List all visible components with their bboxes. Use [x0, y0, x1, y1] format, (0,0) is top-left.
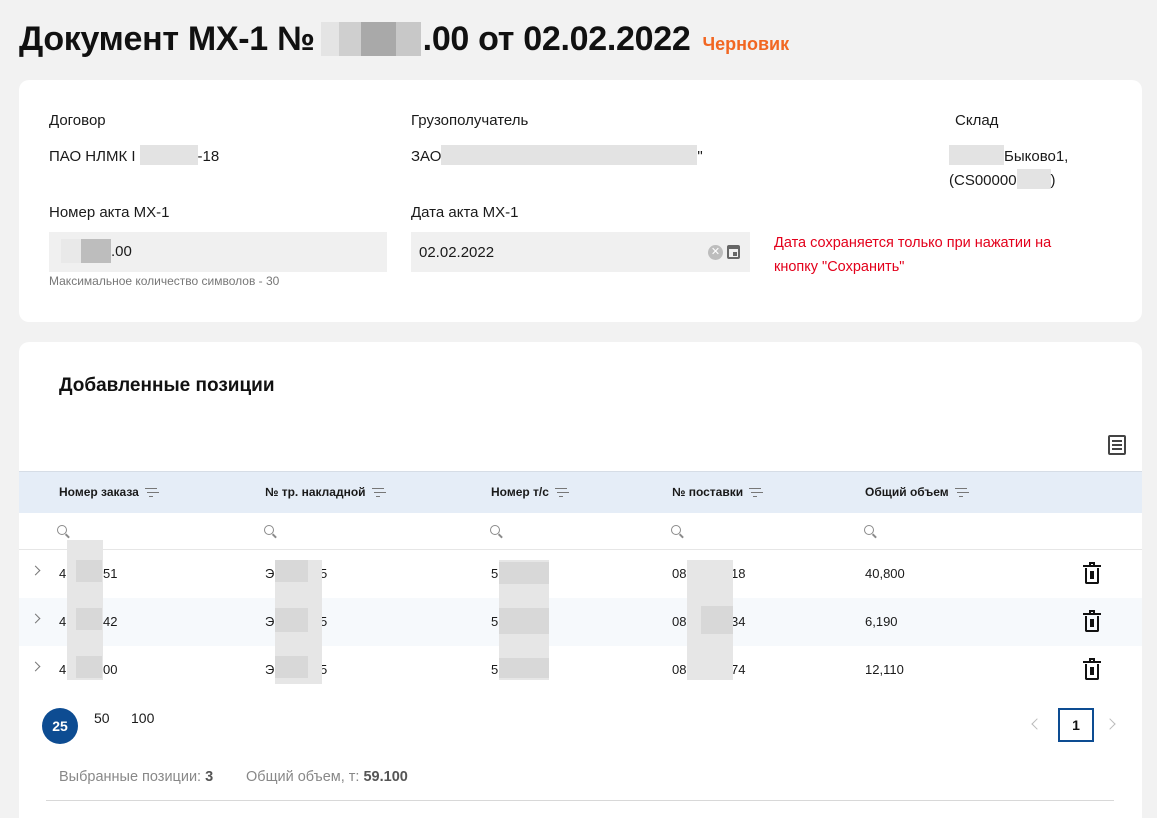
export-excel-icon[interactable]: [1108, 435, 1126, 455]
column-delivery-number[interactable]: № поставки: [672, 485, 762, 499]
total-volume-cell: 6,190: [865, 614, 898, 629]
delivery-number-cell: 08: [672, 566, 687, 581]
redacted-text: [949, 145, 1004, 165]
selected-summary: Выбранные позиции: 3: [59, 769, 214, 785]
redacted-text: [61, 239, 111, 263]
table-row[interactable]: 4 42 Э 5 5 08 34 6,190: [19, 598, 1142, 646]
act-date-field[interactable]: ✕: [411, 232, 750, 272]
vehicle-number-cell: 5: [491, 614, 499, 629]
redacted-text: [1016, 169, 1051, 189]
page-header: Документ МХ-1 № .00 от 02.02.2022 Чернови…: [19, 20, 789, 59]
filter-icon[interactable]: [954, 487, 967, 497]
waybill-number-cell: Э: [265, 566, 275, 581]
filter-icon[interactable]: [144, 487, 157, 497]
vehicle-number-cell: 5: [491, 566, 499, 581]
expand-chevron-icon[interactable]: [30, 565, 41, 576]
delivery-number-cell: 18: [731, 566, 746, 581]
search-icon[interactable]: [671, 525, 681, 535]
chevron-left-icon[interactable]: [1031, 718, 1043, 730]
delivery-number-cell: 74: [731, 662, 746, 677]
column-total-volume[interactable]: Общий объем: [865, 485, 967, 499]
delivery-number-cell: 08: [672, 614, 687, 629]
act-date-label: Дата акта МХ-1: [411, 204, 519, 221]
divider: [46, 800, 1114, 801]
redaction-mask: [499, 608, 549, 634]
filter-icon[interactable]: [749, 487, 762, 497]
order-number-cell: 4: [59, 614, 67, 629]
act-date-input[interactable]: [411, 232, 750, 272]
act-number-field[interactable]: .00: [49, 232, 387, 272]
volume-summary: Общий объем, т: 59.100: [246, 769, 408, 785]
document-details-card: Договор ПАО НЛМК I -18 Грузополучатель ЗА…: [19, 80, 1142, 322]
column-order-number[interactable]: Номер заказа: [59, 485, 157, 499]
chevron-right-icon[interactable]: [1104, 718, 1116, 730]
redacted-text: [139, 145, 198, 165]
clear-icon[interactable]: ✕: [708, 245, 723, 260]
positions-card: Добавленные позиции Номер заказа № тр. н…: [19, 342, 1142, 818]
calendar-icon[interactable]: [727, 245, 740, 259]
redacted-text: [441, 145, 698, 165]
table-row[interactable]: 4 51 Э 5 5 08 18 40,800: [19, 550, 1142, 598]
table-header: Номер заказа № тр. накладной Номер т/с №…: [19, 471, 1142, 513]
order-number-cell: 4: [59, 662, 67, 677]
table-row[interactable]: 4 00 Э 5 5 08 74 12,110: [19, 646, 1142, 694]
filter-icon[interactable]: [554, 487, 567, 497]
search-icon[interactable]: [57, 525, 67, 535]
page-size-25[interactable]: 25: [42, 708, 78, 744]
warehouse-label: Склад: [955, 112, 999, 129]
order-number-cell: 4: [59, 566, 67, 581]
act-number-hint: Максимальное количество символов - 30: [49, 274, 280, 288]
redacted-number: [320, 22, 421, 56]
redaction-mask: [701, 606, 733, 634]
redaction-mask: [275, 560, 308, 582]
waybill-number-cell: Э: [265, 614, 275, 629]
date-save-warning: Дата сохраняется только при нажатии на к…: [774, 235, 1052, 275]
expand-chevron-icon[interactable]: [30, 661, 41, 672]
consignee-label: Грузополучатель: [411, 112, 529, 129]
search-icon[interactable]: [264, 525, 274, 535]
delivery-number-cell: 08: [672, 662, 687, 677]
redaction-mask: [76, 560, 102, 582]
order-number-cell: 51: [103, 566, 118, 581]
order-number-cell: 00: [103, 662, 118, 677]
column-vehicle-number[interactable]: Номер т/с: [491, 485, 567, 499]
contract-value: ПАО НЛМК I -18: [49, 145, 219, 169]
column-search-row: [19, 513, 1142, 550]
expand-chevron-icon[interactable]: [30, 613, 41, 624]
total-volume-cell: 40,800: [865, 566, 905, 581]
page-size-100[interactable]: 100: [131, 710, 154, 726]
redaction-mask: [76, 608, 102, 630]
redaction-mask: [76, 656, 102, 678]
waybill-number-cell: Э: [265, 662, 275, 677]
column-waybill-number[interactable]: № тр. накладной: [265, 485, 384, 499]
search-icon[interactable]: [864, 525, 874, 535]
vehicle-number-cell: 5: [491, 662, 499, 677]
page-size-50[interactable]: 50: [94, 710, 110, 726]
delivery-number-cell: 34: [731, 614, 746, 629]
act-number-label: Номер акта МХ-1: [49, 204, 170, 221]
redaction-mask: [275, 656, 308, 678]
redaction-mask: [499, 562, 549, 584]
redaction-mask: [499, 658, 549, 678]
warehouse-value: Быково1, (CS00000): [949, 145, 1068, 193]
total-volume-cell: 12,110: [865, 662, 904, 677]
status-badge: Черновик: [702, 34, 790, 54]
consignee-value: ЗАО ": [411, 145, 703, 169]
filter-icon[interactable]: [371, 487, 384, 497]
trash-icon[interactable]: [1083, 562, 1101, 584]
positions-title: Добавленные позиции: [59, 375, 275, 396]
search-icon[interactable]: [490, 525, 500, 535]
order-number-cell: 42: [103, 614, 118, 629]
redaction-mask: [275, 608, 308, 632]
trash-icon[interactable]: [1083, 658, 1101, 680]
trash-icon[interactable]: [1083, 610, 1101, 632]
act-number-value: .00: [111, 243, 132, 260]
contract-label: Договор: [49, 112, 106, 129]
current-page[interactable]: 1: [1058, 708, 1094, 742]
page-title: Документ МХ-1 № .00 от 02.02.2022: [19, 20, 691, 58]
